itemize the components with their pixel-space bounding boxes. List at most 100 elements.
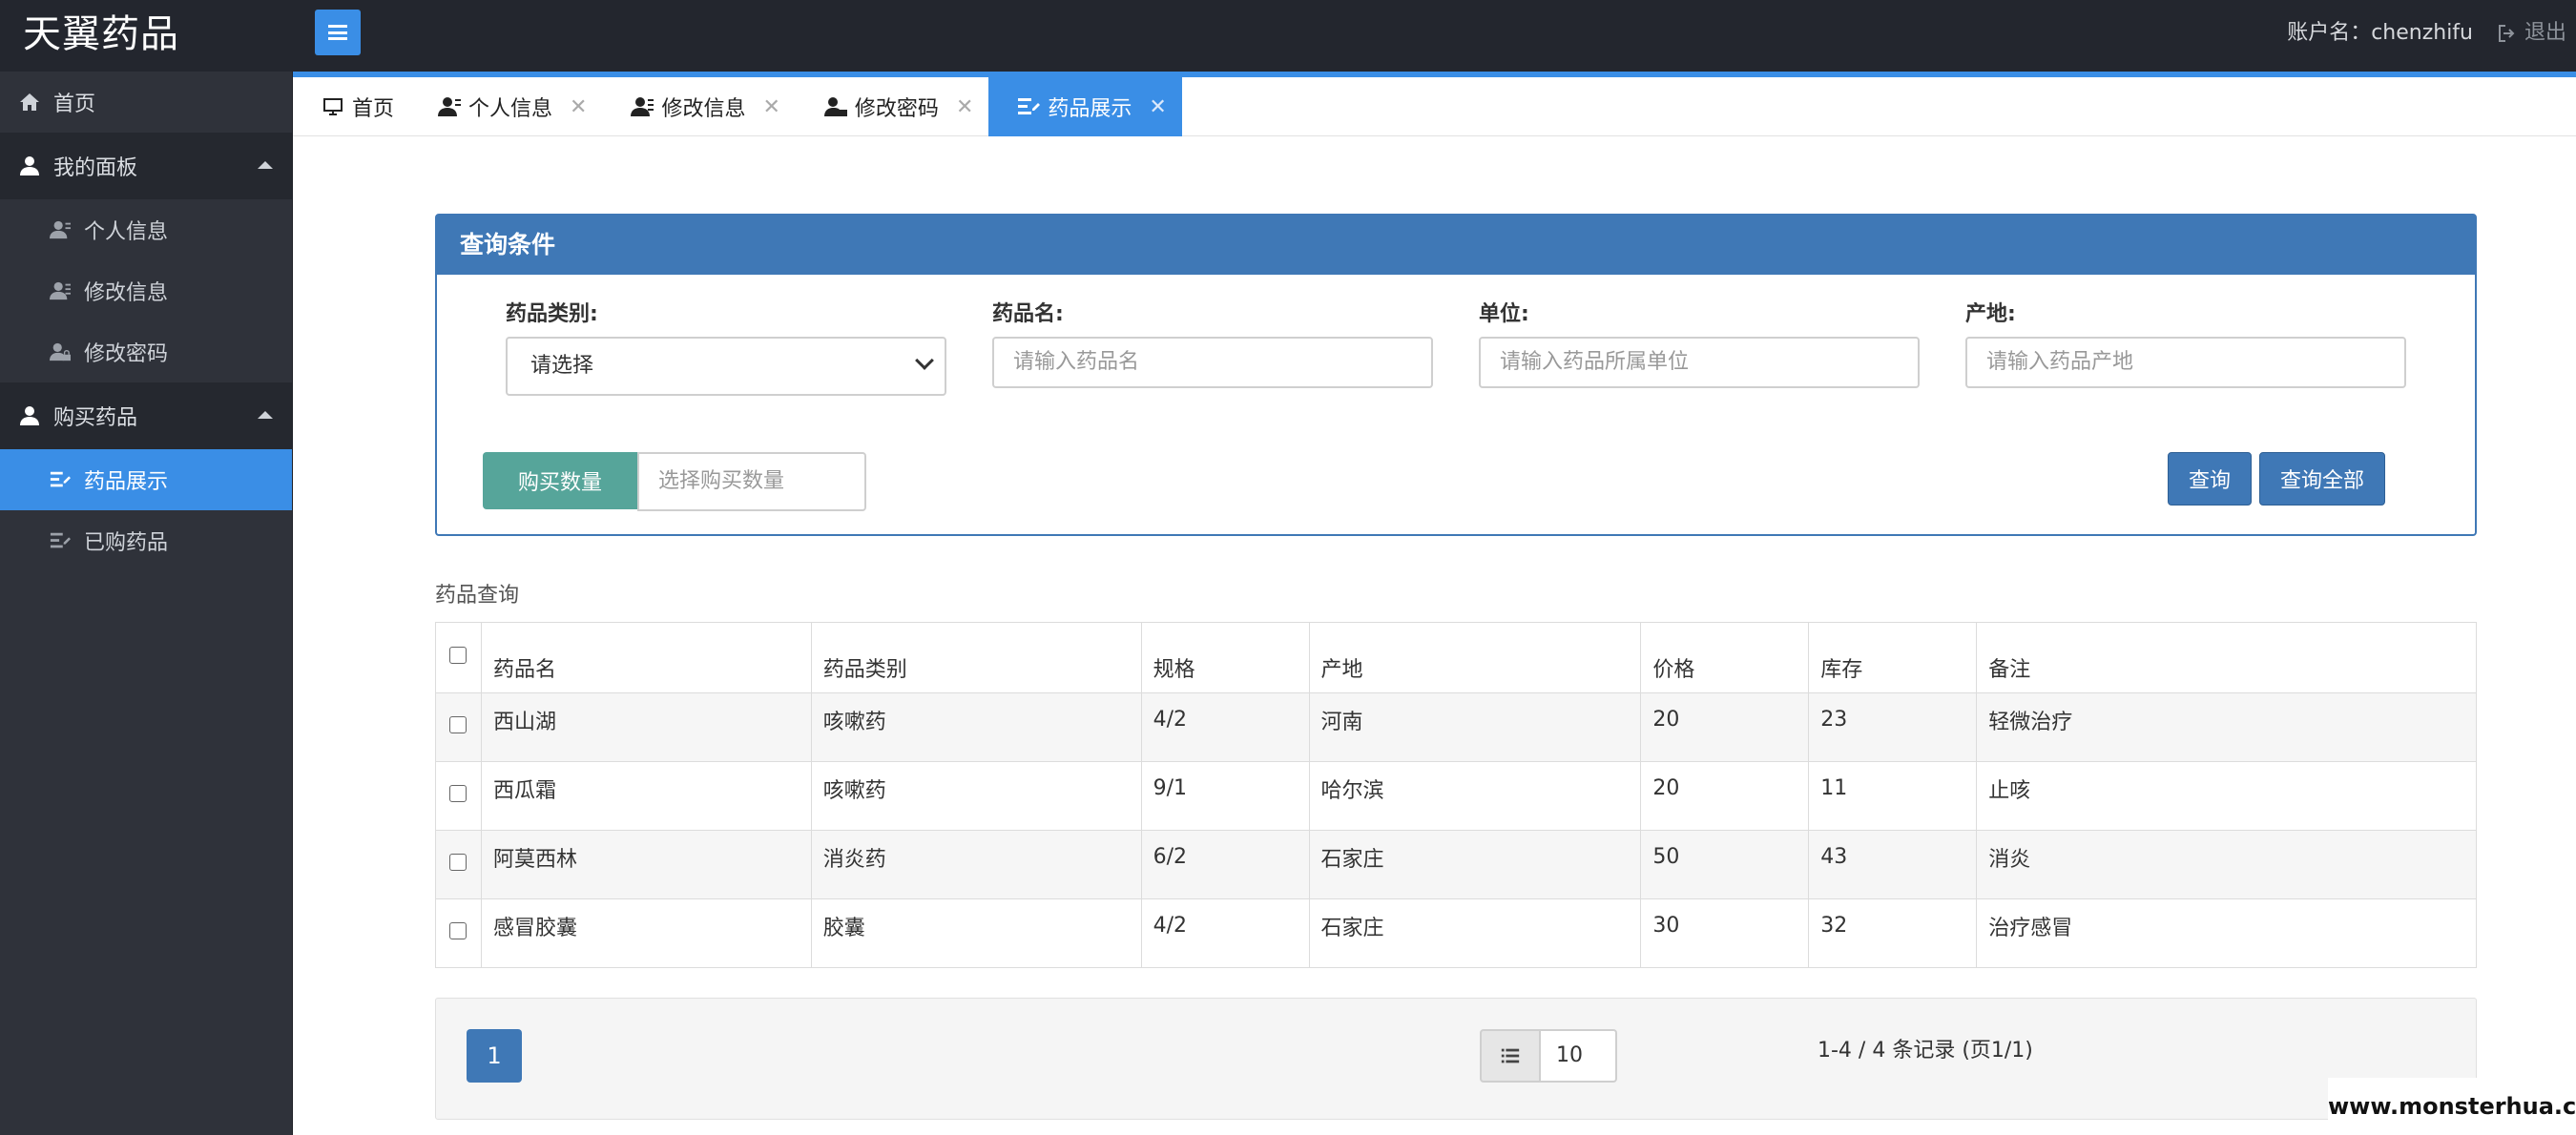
tab-personal-info[interactable]: 个人信息 ✕ [409,77,602,136]
sidebar-item-change-password[interactable]: 修改密码 [0,321,292,382]
cell-origin: 河南 [1308,692,1642,762]
panel-title: 查询条件 [437,216,2475,275]
list-icon[interactable] [1480,1029,1541,1083]
tab-label: 首页 [352,97,395,121]
sidebar-item-edit-info[interactable]: 修改信息 [0,260,292,321]
chevron-down-icon [915,351,934,370]
origin-input[interactable]: 请输入药品产地 [1965,337,2406,388]
cell-stock: 43 [1808,830,1978,899]
table-row[interactable]: 感冒胶囊 胶囊 4/2 石家庄 30 32 治疗感冒 [435,898,2477,968]
tab-label: 修改信息 [661,97,746,121]
tab-home[interactable]: 首页 [293,77,409,136]
list-edit-icon [48,528,73,553]
category-select[interactable]: 请选择 [506,337,946,396]
tab-edit-info[interactable]: 修改信息 ✕ [602,77,795,136]
cell-remark: 治疗感冒 [1976,898,2477,968]
tab-drug-display[interactable]: 药品展示 ✕ [988,77,1182,136]
hamburger-icon [328,25,347,40]
user-lock-icon [48,340,73,364]
select-all-checkbox[interactable] [449,647,467,664]
drug-table: 药品名 药品类别 规格 产地 价格 库存 备注 西山湖 咳嗽药 4/2 河南 2… [435,622,2477,968]
buy-quantity-button[interactable]: 购买数量 [483,452,637,509]
cell-remark: 止咳 [1976,761,2477,831]
user-edit-icon [48,279,73,303]
caret-up-icon [258,161,273,169]
row-checkbox[interactable] [449,854,467,871]
cell-stock: 32 [1808,898,1978,968]
origin-label: 产地: [1965,302,2016,326]
sidebar-group-my-panel[interactable]: 我的面板 [0,133,292,199]
pagination-bar: 1 10 1-4 / 4 条记录 (页1/1) [435,998,2477,1120]
table-section-label: 药品查询 [435,584,520,608]
close-icon[interactable]: ✕ [956,95,973,119]
cell-spec: 6/2 [1140,830,1310,899]
cell-origin: 石家庄 [1308,898,1642,968]
cell-name: 西山湖 [480,692,812,762]
sidebar-item-label: 首页 [53,93,96,116]
unit-field: 单位: 请输入药品所属单位 [1479,297,1920,388]
home-icon [17,90,42,114]
table-row[interactable]: 西瓜霜 咳嗽药 9/1 哈尔滨 20 11 止咳 [435,761,2477,831]
user-icon [17,154,42,178]
row-checkbox[interactable] [449,922,467,939]
sidebar-item-label: 个人信息 [84,220,169,244]
table-row[interactable]: 西山湖 咳嗽药 4/2 河南 20 23 轻微治疗 [435,692,2477,762]
origin-field: 产地: 请输入药品产地 [1965,297,2406,388]
column-header: 产地 [1308,622,1642,693]
page-size-selector[interactable]: 10 [1480,1029,1617,1083]
cell-category: 咳嗽药 [810,692,1142,762]
cell-origin: 石家庄 [1308,830,1642,899]
drug-name-input[interactable]: 请输入药品名 [992,337,1433,388]
query-panel: 查询条件 药品类别: 请选择 药品名: 请输入药品名 单位: 请输入药品所属单位… [435,214,2477,536]
list-edit-icon [1018,98,1041,114]
cell-price: 20 [1640,761,1810,831]
sidebar-item-drug-display[interactable]: 药品展示 [0,449,292,510]
sidebar-item-label: 已购药品 [84,531,169,555]
tab-label: 个人信息 [468,97,553,121]
sidebar-group-label: 购买药品 [53,406,138,430]
user-card-icon [48,217,73,242]
pagination-info: 1-4 / 4 条记录 (页1/1) [1818,1039,2033,1063]
sidebar-item-label: 修改信息 [84,281,169,305]
name-field: 药品名: 请输入药品名 [992,297,1433,388]
cell-category: 消炎药 [810,830,1142,899]
table-header-row: 药品名 药品类别 规格 产地 价格 库存 备注 [435,622,2477,693]
cell-price: 50 [1640,830,1810,899]
tab-change-password[interactable]: 修改密码 ✕ [796,77,988,136]
search-all-button[interactable]: 查询全部 [2259,452,2385,506]
logout-label: 退出 [2524,21,2566,45]
unit-label: 单位: [1479,302,1529,326]
cell-price: 30 [1640,898,1810,968]
cell-name: 感冒胶囊 [480,898,812,968]
cell-spec: 9/1 [1140,761,1310,831]
tab-label: 修改密码 [854,97,939,121]
close-icon[interactable]: ✕ [1149,95,1166,119]
unit-input[interactable]: 请输入药品所属单位 [1479,337,1920,388]
category-field: 药品类别: 请选择 [506,297,946,396]
cell-stock: 23 [1808,692,1978,762]
table-row[interactable]: 阿莫西林 消炎药 6/2 石家庄 50 43 消炎 [435,830,2477,899]
column-header: 药品名 [480,622,812,693]
category-label: 药品类别: [506,302,598,326]
row-checkbox[interactable] [449,785,467,802]
menu-toggle-button[interactable] [315,10,361,55]
sidebar-item-personal-info[interactable]: 个人信息 [0,199,292,260]
cell-spec: 4/2 [1140,898,1310,968]
page-button-current[interactable]: 1 [467,1029,522,1083]
column-header: 规格 [1140,622,1310,693]
close-icon[interactable]: ✕ [762,95,779,119]
sidebar-item-home[interactable]: 首页 [0,72,292,133]
close-icon[interactable]: ✕ [570,95,587,119]
monitor-icon [323,98,343,115]
search-button[interactable]: 查询 [2168,452,2252,506]
cell-remark: 消炎 [1976,830,2477,899]
sidebar-item-label: 药品展示 [84,470,169,494]
page-size-value[interactable]: 10 [1541,1029,1617,1083]
column-header: 库存 [1808,622,1978,693]
user-edit-icon [631,97,654,116]
sidebar-group-buy-drugs[interactable]: 购买药品 [0,382,292,449]
row-checkbox[interactable] [449,716,467,733]
sidebar-item-purchased-drugs[interactable]: 已购药品 [0,510,292,571]
logout-button[interactable]: 退出 [2496,17,2566,50]
buy-quantity-input[interactable]: 选择购买数量 [637,452,866,511]
